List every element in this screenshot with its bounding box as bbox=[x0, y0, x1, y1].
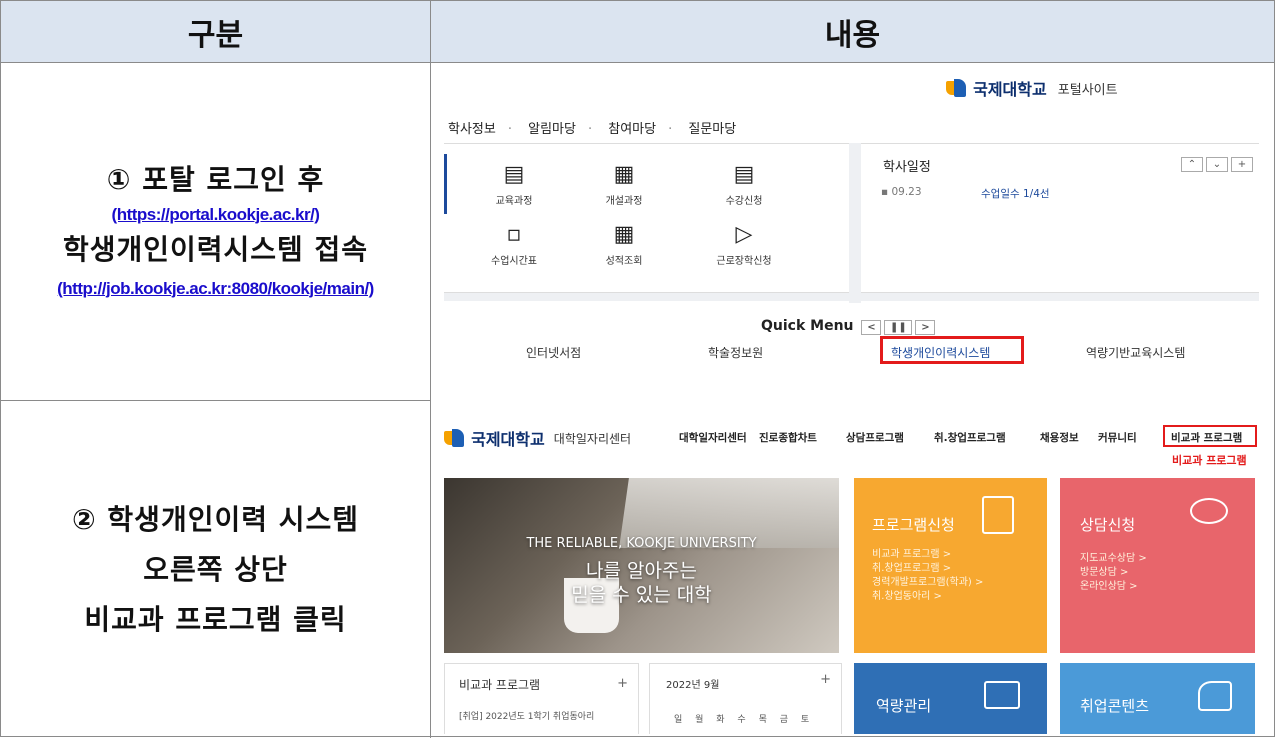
calendar-box: 2022년 9월 + 일 월 화 수 목 금 토 bbox=[649, 663, 842, 734]
career-center-screenshot: 국제대학교 대학일자리센터 대학일자리센터 진로종합차트 상담프로그램 취.창업… bbox=[436, 404, 1269, 734]
quick-item-curriculum[interactable]: ▤ 교육과정 bbox=[469, 162, 559, 207]
schedule-controls: ⌃ ⌄ + bbox=[1178, 152, 1253, 172]
quick-services-panel: ▤ 교육과정 ▦ 개설과정 ▤ 수강신청 ▫ 수업시간표 ▦ 성적조회 ▷ 근로장학신청 bbox=[444, 143, 849, 293]
plus-icon[interactable]: + bbox=[1231, 157, 1253, 172]
prev-icon[interactable]: < bbox=[861, 320, 882, 335]
step1-title: ① 포탈 로그인 후 bbox=[106, 162, 325, 196]
row2-description: ② 학생개인이력 시스템 오른쪽 상단 비교과 프로그램 클릭 bbox=[1, 401, 431, 738]
plus-icon[interactable]: + bbox=[820, 672, 831, 687]
nav-item-academic[interactable]: 학사정보 bbox=[448, 122, 496, 137]
header-category: 구분 bbox=[1, 1, 431, 63]
step2-line3: 비교과 프로그램 클릭 bbox=[84, 602, 347, 636]
row1-description: ① 포탈 로그인 후 (https://portal.kookje.ac.kr/… bbox=[1, 63, 431, 401]
chevron-down-icon[interactable]: ⌄ bbox=[1206, 157, 1228, 172]
building-icon: ▦ bbox=[613, 162, 635, 187]
clipboard-icon: ▤ bbox=[733, 162, 755, 187]
step2-line2: 오른쪽 상단 bbox=[143, 552, 288, 586]
step1-subtitle: 학생개인이력시스템 접속 bbox=[62, 232, 369, 266]
nav2-jobs[interactable]: 채용정보 bbox=[1040, 430, 1079, 445]
schedule-title: 학사일정 bbox=[883, 160, 931, 175]
portal-logo: 국제대학교 포털사이트 bbox=[946, 76, 1118, 100]
schedule-item[interactable]: 수업일수 1/4선 bbox=[981, 186, 1050, 201]
hero-line3: 믿을 수 있는 대학 bbox=[571, 584, 712, 606]
quick-item-grades[interactable]: ▦ 성적조회 bbox=[579, 222, 669, 267]
portal-url-link[interactable]: (https://portal.kookje.ac.kr/) bbox=[112, 202, 320, 228]
document-icon: ▷ bbox=[735, 222, 753, 247]
university-logo-icon bbox=[444, 429, 466, 447]
schedule-date: ▪ 09.23 bbox=[881, 186, 922, 198]
chevron-up-icon[interactable]: ⌃ bbox=[1181, 157, 1203, 172]
timetable-icon: ▫ bbox=[506, 222, 522, 247]
portal-nav: 학사정보 · 알림마당 · 참여마당 · 질문마당 bbox=[448, 122, 737, 137]
chat-bubble-icon bbox=[1198, 681, 1232, 711]
portal-site-name: 포털사이트 bbox=[1057, 82, 1118, 98]
nav2-center[interactable]: 대학일자리센터 bbox=[679, 430, 747, 445]
quick-link-competency[interactable]: 역량기반교육시스템 bbox=[1086, 344, 1185, 361]
quick-link-library[interactable]: 학술정보원 bbox=[708, 344, 763, 361]
highlight-student-history bbox=[880, 336, 1024, 364]
hero-tagline: THE RELIABLE, KOOKJE UNIVERSITY bbox=[526, 536, 757, 551]
job-content-card[interactable]: 취업콘텐츠 bbox=[1060, 663, 1255, 734]
quick-menu-title: Quick Menu < ❚❚ > bbox=[761, 318, 936, 335]
schedule-panel: 학사일정 ⌃ ⌄ + ▪ 09.23 수업일수 1/4선 bbox=[861, 143, 1259, 293]
counseling-apply-card[interactable]: 상담신청 지도교수상담 > 방문상담 > 온라인상담 > bbox=[1060, 478, 1255, 653]
nav2-career-chart[interactable]: 진로종합차트 bbox=[759, 430, 817, 445]
grades-icon: ▦ bbox=[613, 222, 635, 247]
quick-item-timetable[interactable]: ▫ 수업시간표 bbox=[469, 222, 559, 267]
header-content: 내용 bbox=[431, 1, 1274, 63]
quick-item-registration[interactable]: ▤ 수강신청 bbox=[699, 162, 789, 207]
hero-banner: THE RELIABLE, KOOKJE UNIVERSITY 나를 알아주는 … bbox=[444, 478, 839, 653]
extracurricular-item[interactable]: [취업] 2022년도 1학기 취업동아리 bbox=[459, 709, 594, 722]
portal-screenshot: 국제대학교 포털사이트 학사정보 · 알림마당 · 참여마당 · 질문마당 ▤ 교육과정… bbox=[436, 66, 1269, 396]
university-logo-icon bbox=[946, 79, 968, 97]
step2-title: ② 학생개인이력 시스템 bbox=[71, 502, 360, 536]
plus-icon[interactable]: + bbox=[617, 676, 628, 691]
nav2-counseling[interactable]: 상담프로그램 bbox=[846, 430, 904, 445]
nav2-community[interactable]: 커뮤니티 bbox=[1098, 430, 1137, 445]
nav2-startup[interactable]: 취.창업프로그램 bbox=[934, 430, 1006, 445]
hero-line2: 나를 알아주는 bbox=[586, 560, 697, 582]
calendar-weekdays: 일 월 화 수 목 금 토 bbox=[674, 715, 810, 725]
nav-item-notice[interactable]: 알림마당 bbox=[528, 122, 576, 137]
apply-form-icon bbox=[982, 496, 1014, 534]
program-apply-card[interactable]: 프로그램신청 비교과 프로그램 > 취.창업프로그램 > 경력개발프로그램(학과… bbox=[854, 478, 1047, 653]
career-logo: 국제대학교 대학일자리센터 bbox=[444, 426, 631, 450]
pause-icon[interactable]: ❚❚ bbox=[884, 320, 913, 335]
highlight-extracurricular bbox=[1163, 425, 1257, 447]
job-system-url-link[interactable]: (http://job.kookje.ac.kr:8080/kookje/mai… bbox=[57, 272, 374, 306]
nav-item-qna[interactable]: 질문마당 bbox=[688, 122, 736, 137]
quick-item-courses[interactable]: ▦ 개설과정 bbox=[579, 162, 669, 207]
nav-item-participation[interactable]: 참여마당 bbox=[608, 122, 656, 137]
next-icon[interactable]: > bbox=[915, 320, 936, 335]
extracurricular-hover-label: 비교과 프로그램 bbox=[1172, 454, 1247, 467]
quick-item-work-scholarship[interactable]: ▷ 근로장학신청 bbox=[699, 222, 789, 267]
book-icon: ▤ bbox=[503, 162, 525, 187]
monitor-icon bbox=[984, 681, 1020, 709]
microphone-icon bbox=[1190, 498, 1228, 524]
quick-link-bookstore[interactable]: 인터넷서점 bbox=[526, 344, 581, 361]
extracurricular-box: 비교과 프로그램 + [취업] 2022년도 1학기 취업동아리 bbox=[444, 663, 639, 734]
competency-card[interactable]: 역량관리 bbox=[854, 663, 1047, 734]
